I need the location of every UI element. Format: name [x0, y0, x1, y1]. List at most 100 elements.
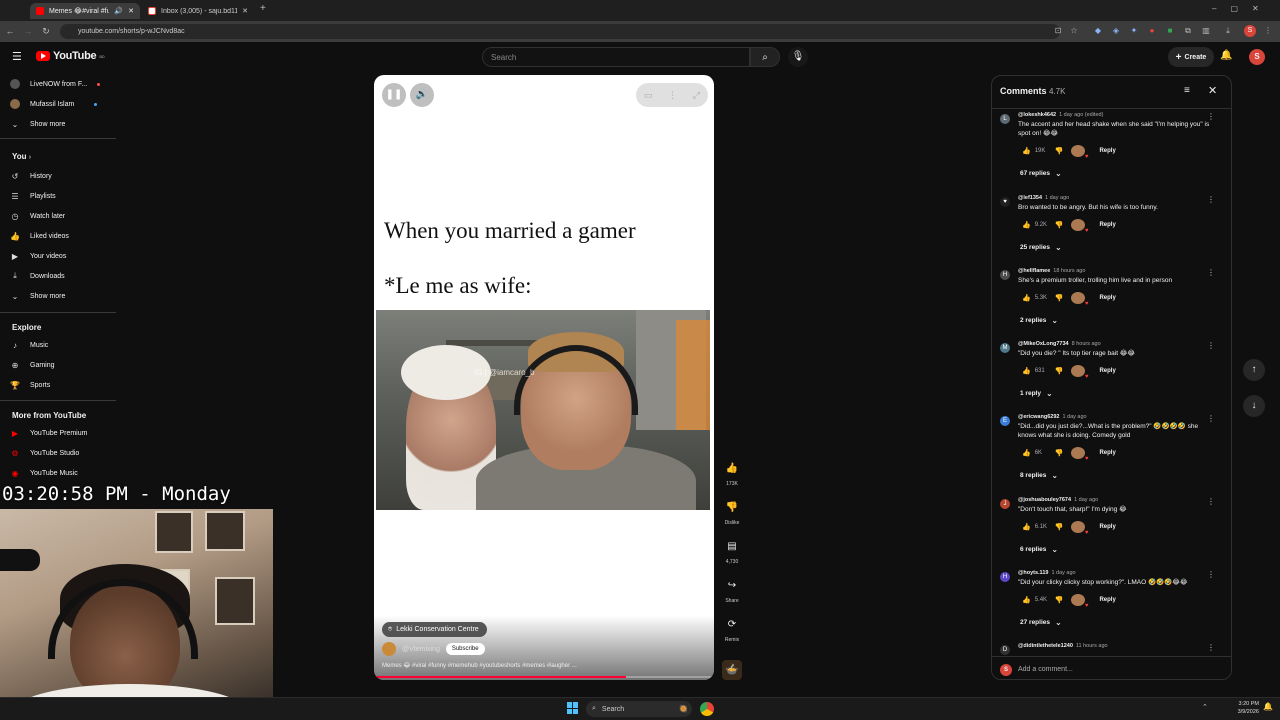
comment-username[interactable]: @lokeshk4642 [1018, 112, 1056, 118]
comment-username[interactable]: @hoyts.119 [1018, 570, 1048, 576]
sidebar-show-more-subs[interactable]: ⌄ Show more [10, 115, 116, 133]
sidebar-sub-livenow[interactable]: LiveNOW from F... [10, 75, 116, 93]
sidebar-item-youtube-premium[interactable]: ▶ YouTube Premium [10, 424, 116, 442]
pause-icon[interactable]: ❚❚ [382, 83, 406, 107]
notifications-bell-icon[interactable]: 🔔 [1220, 50, 1232, 61]
next-short-button[interactable]: ↓ [1243, 395, 1265, 417]
commenter-avatar[interactable]: E [1000, 416, 1010, 426]
download-icon[interactable]: ⤓ [1222, 25, 1234, 37]
bookmark-star-icon[interactable]: ☆ [1068, 25, 1080, 37]
hamburger-menu-icon[interactable]: ☰ [12, 50, 22, 63]
search-button[interactable]: ⌕ [750, 47, 780, 67]
tab-close-icon[interactable]: ✕ [242, 7, 248, 15]
comment-like-icon[interactable]: 👍 [1022, 294, 1031, 302]
notification-icon[interactable]: 🔔 [1263, 702, 1273, 711]
close-icon[interactable]: ✕ [1208, 84, 1217, 97]
sidebar-item-playlists[interactable]: ☰ Playlists [10, 187, 116, 205]
puzzle-icon[interactable]: ⧉ [1182, 25, 1194, 37]
commenter-avatar[interactable]: ♥ [1000, 197, 1010, 207]
comment-username[interactable]: @joshuabouley7674 [1018, 497, 1071, 503]
sidebar-show-more-you[interactable]: ⌄ Show more [10, 287, 116, 305]
taskbar-search[interactable]: ⌕ Search 🥘 [586, 701, 692, 717]
comment-reply-button[interactable]: Reply [1099, 368, 1115, 374]
taskbar-clock[interactable]: 3:20 PM 3/9/2026 [1225, 700, 1259, 716]
dislike-button[interactable]: 👎 Dislike [720, 498, 744, 526]
comment-username[interactable]: @MikeOxLong7734 [1018, 341, 1069, 347]
sidebar-item-history[interactable]: ↺ History [10, 167, 116, 185]
comments-button[interactable]: ▤ 4,730 [720, 537, 744, 565]
volume-icon[interactable]: 🔊 [410, 83, 434, 107]
voice-search-icon[interactable]: 🎙 [788, 47, 808, 67]
extension-icon[interactable]: ● [1146, 25, 1158, 37]
search-input[interactable]: Search [482, 47, 750, 67]
channel-handle[interactable]: @Vtemixing [402, 646, 440, 653]
extension-icon[interactable]: ◆ [1092, 25, 1104, 37]
comment-like-icon[interactable]: 👍 [1022, 147, 1031, 155]
fullscreen-icon[interactable]: ⤢ [693, 90, 700, 101]
comment-like-icon[interactable]: 👍 [1022, 596, 1031, 604]
comment-dislike-icon[interactable]: 👎 [1055, 294, 1064, 302]
progress-bar[interactable] [374, 676, 714, 678]
sidebar-item-watch-later[interactable]: ◷ Watch later [10, 207, 116, 225]
extension-icon[interactable]: ■ [1164, 25, 1176, 37]
comment-like-icon[interactable]: 👍 [1022, 523, 1031, 531]
location-chip[interactable]: ⌾ Lekki Conservation Centre [382, 622, 487, 637]
comment-reply-button[interactable]: Reply [1099, 524, 1115, 530]
commenter-avatar[interactable]: M [1000, 343, 1010, 353]
comment-dislike-icon[interactable]: 👎 [1055, 523, 1064, 531]
channel-avatar[interactable] [382, 642, 396, 656]
reload-icon[interactable]: ↻ [40, 25, 52, 37]
comment-like-icon[interactable]: 👍 [1022, 221, 1031, 229]
view-replies-button[interactable]: 8 replies ⌄ [1020, 471, 1058, 480]
subscribe-button[interactable]: Subscribe [445, 643, 485, 655]
youtube-logo[interactable]: YouTube BD [36, 50, 105, 62]
add-comment-bar[interactable]: S Add a comment... [992, 656, 1231, 679]
comment-username[interactable]: @hellflamee [1018, 268, 1050, 274]
shorts-player[interactable]: ❚❚ 🔊 ▭ ⋮ ⤢ When you married a gamer *Le … [374, 75, 714, 680]
view-replies-button[interactable]: 67 replies ⌄ [1020, 169, 1062, 178]
comment-reply-button[interactable]: Reply [1099, 148, 1115, 154]
chrome-taskbar-icon[interactable] [700, 702, 714, 716]
captions-icon[interactable]: ▭ [644, 90, 653, 101]
commenter-avatar[interactable]: L [1000, 114, 1010, 124]
commenter-avatar[interactable]: H [1000, 270, 1010, 280]
sidebar-item-your-videos[interactable]: ▶ Your videos [10, 247, 116, 265]
system-tray-chevron-icon[interactable]: ⌃ [1202, 703, 1208, 711]
extension-icon[interactable]: ✦ [1128, 25, 1140, 37]
comment-menu-icon[interactable]: ⋮ [1207, 643, 1215, 652]
extension-icon[interactable]: ◈ [1110, 25, 1122, 37]
like-button[interactable]: 👍 173K [720, 459, 744, 487]
comment-dislike-icon[interactable]: 👎 [1055, 367, 1064, 375]
tab-audio-icon[interactable]: 🔊 [114, 7, 123, 15]
commenter-avatar[interactable]: J [1000, 499, 1010, 509]
comment-reply-button[interactable]: Reply [1099, 450, 1115, 456]
tab-gmail[interactable]: Inbox (3,005) - saju.bd113@gm ✕ [142, 3, 254, 19]
view-replies-button[interactable]: 25 replies ⌄ [1020, 243, 1062, 252]
sidebar-item-youtube-music[interactable]: ◉ YouTube Music [10, 464, 116, 482]
more-options-icon[interactable]: ⋮ [668, 90, 677, 101]
windows-start-icon[interactable] [567, 702, 579, 714]
comment-username[interactable]: @ericwang6292 [1018, 414, 1059, 420]
sidebar-sub-mufassil[interactable]: Mufassil Islam [10, 95, 116, 113]
sidebar-you-heading[interactable]: You › [12, 152, 31, 161]
sidebar-item-gaming[interactable]: ⊕ Gaming [10, 356, 116, 374]
view-replies-button[interactable]: 2 replies ⌄ [1020, 316, 1058, 325]
comment-reply-button[interactable]: Reply [1099, 295, 1115, 301]
comment-reply-button[interactable]: Reply [1099, 597, 1115, 603]
sidebar-item-downloads[interactable]: ⤓ Downloads [10, 267, 116, 285]
previous-short-button[interactable]: ↑ [1243, 359, 1265, 381]
sidebar-item-youtube-studio[interactable]: ⚙ YouTube Studio [10, 444, 116, 462]
install-icon[interactable]: ⊡ [1052, 25, 1064, 37]
comment-username[interactable]: @didintlethetele1240 [1018, 643, 1073, 649]
remix-button[interactable]: ⟳ Remix [720, 615, 744, 643]
sound-thumbnail[interactable]: 🍲 [722, 660, 742, 680]
tab-youtube-shorts[interactable]: Memes 😂#viral #funny #me 🔊 ✕ [30, 3, 140, 19]
sidepanel-icon[interactable]: ▥ [1200, 25, 1212, 37]
comment-dislike-icon[interactable]: 👎 [1055, 147, 1064, 155]
sidebar-item-sports[interactable]: 🏆 Sports [10, 376, 116, 394]
profile-icon[interactable]: S [1244, 25, 1256, 37]
share-button[interactable]: ↪ Share [720, 576, 744, 604]
create-button[interactable]: + Create [1168, 47, 1214, 67]
view-replies-button[interactable]: 27 replies ⌄ [1020, 618, 1062, 627]
forward-icon[interactable]: → [22, 25, 34, 37]
